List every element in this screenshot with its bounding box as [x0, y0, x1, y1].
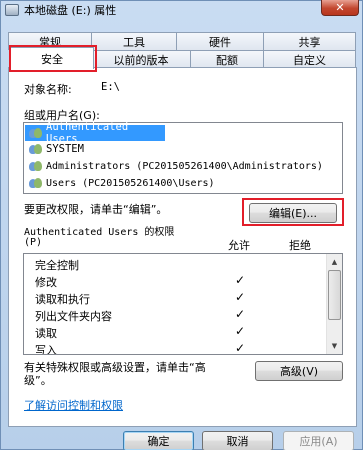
- user-name: Users (PC201505261400\Users): [46, 177, 215, 189]
- user-name: Administrators (PC201505261400\Administr…: [46, 160, 323, 172]
- advanced-button[interactable]: 高级(V): [255, 361, 343, 381]
- list-item-system[interactable]: SYSTEM: [25, 141, 341, 157]
- user-group-icon: [29, 127, 43, 139]
- permission-name: 完全控制: [35, 259, 79, 272]
- scroll-up-icon[interactable]: ▲: [327, 254, 342, 270]
- close-button[interactable]: ✕: [321, 0, 359, 16]
- allow-check-icon: ✓: [235, 307, 246, 321]
- close-icon: ✕: [335, 1, 345, 14]
- permission-name: 修改: [35, 276, 57, 289]
- list-item-administrators[interactable]: Administrators (PC201505261400\Administr…: [25, 158, 341, 174]
- apply-button[interactable]: 应用(A): [283, 431, 354, 450]
- permission-row: 写入 ✓: [24, 341, 326, 355]
- tab-customize[interactable]: 自定义: [263, 50, 356, 68]
- user-group-icon: [29, 143, 43, 155]
- list-item-authenticated-users[interactable]: Authenticated Users: [25, 121, 165, 145]
- ok-button[interactable]: 确定: [123, 431, 194, 450]
- special-permissions-hint-cont: 级”。: [24, 374, 52, 387]
- permission-row: 列出文件夹内容 ✓: [24, 307, 326, 324]
- allow-check-icon: ✓: [235, 341, 246, 355]
- scroll-down-icon[interactable]: ▼: [327, 338, 342, 354]
- permission-row: 读取和执行 ✓: [24, 290, 326, 307]
- permissions-title: Authenticated Users 的权限: [24, 227, 175, 238]
- deny-column-header: 拒绝: [289, 239, 311, 252]
- object-name-label: 对象名称:: [24, 83, 72, 96]
- permission-row: 完全控制: [24, 256, 326, 273]
- change-permissions-hint: 要更改权限，请单击“编辑”。: [24, 203, 168, 216]
- window-title: 本地磁盘 (E:) 属性: [24, 4, 117, 17]
- permission-row: 读取 ✓: [24, 324, 326, 341]
- list-item-users[interactable]: Users (PC201505261400\Users): [25, 175, 341, 191]
- user-list[interactable]: Authenticated Users SYSTEM Administrator…: [23, 121, 343, 194]
- title-bar[interactable]: 本地磁盘 (E:) 属性 ✕: [1, 0, 362, 19]
- user-group-icon: [29, 177, 43, 189]
- permission-name: 写入: [35, 344, 57, 355]
- permission-name: 读取: [35, 327, 57, 340]
- tab-security[interactable]: 安全: [10, 47, 94, 69]
- permission-name: 读取和执行: [35, 293, 90, 306]
- allow-check-icon: ✓: [235, 273, 246, 287]
- tab-quota[interactable]: 配额: [190, 50, 264, 68]
- permission-row: 修改 ✓: [24, 273, 326, 290]
- tab-previous-versions[interactable]: 以前的版本: [91, 50, 191, 68]
- permission-name: 列出文件夹内容: [35, 310, 112, 323]
- scroll-thumb[interactable]: [328, 270, 341, 320]
- tab-tools[interactable]: 工具: [91, 32, 177, 50]
- tab-hardware[interactable]: 硬件: [176, 32, 264, 50]
- edit-button[interactable]: 编辑(E)...: [249, 203, 337, 223]
- learn-access-control-link[interactable]: 了解访问控制和权限: [24, 397, 123, 413]
- cancel-button[interactable]: 取消: [202, 431, 273, 450]
- user-group-icon: [29, 160, 43, 172]
- permissions-scrollbar[interactable]: ▲ ▼: [326, 254, 342, 354]
- permissions-list[interactable]: 完全控制 修改 ✓ 读取和执行 ✓ 列出文件夹内容 ✓ 读取 ✓ 写入 ✓ ▲ …: [23, 253, 343, 355]
- tab-sharing[interactable]: 共享: [263, 32, 356, 50]
- permissions-title-accel: (P): [24, 237, 43, 248]
- allow-check-icon: ✓: [235, 290, 246, 304]
- drive-icon: [5, 4, 19, 16]
- properties-window: 本地磁盘 (E:) 属性 ✕ 常规 工具 硬件 共享 以前的版本 配额 自定义 …: [0, 0, 363, 450]
- object-name-value: E:\: [101, 81, 120, 93]
- user-name: SYSTEM: [46, 143, 84, 155]
- allow-column-header: 允许: [228, 239, 250, 252]
- allow-check-icon: ✓: [235, 324, 246, 338]
